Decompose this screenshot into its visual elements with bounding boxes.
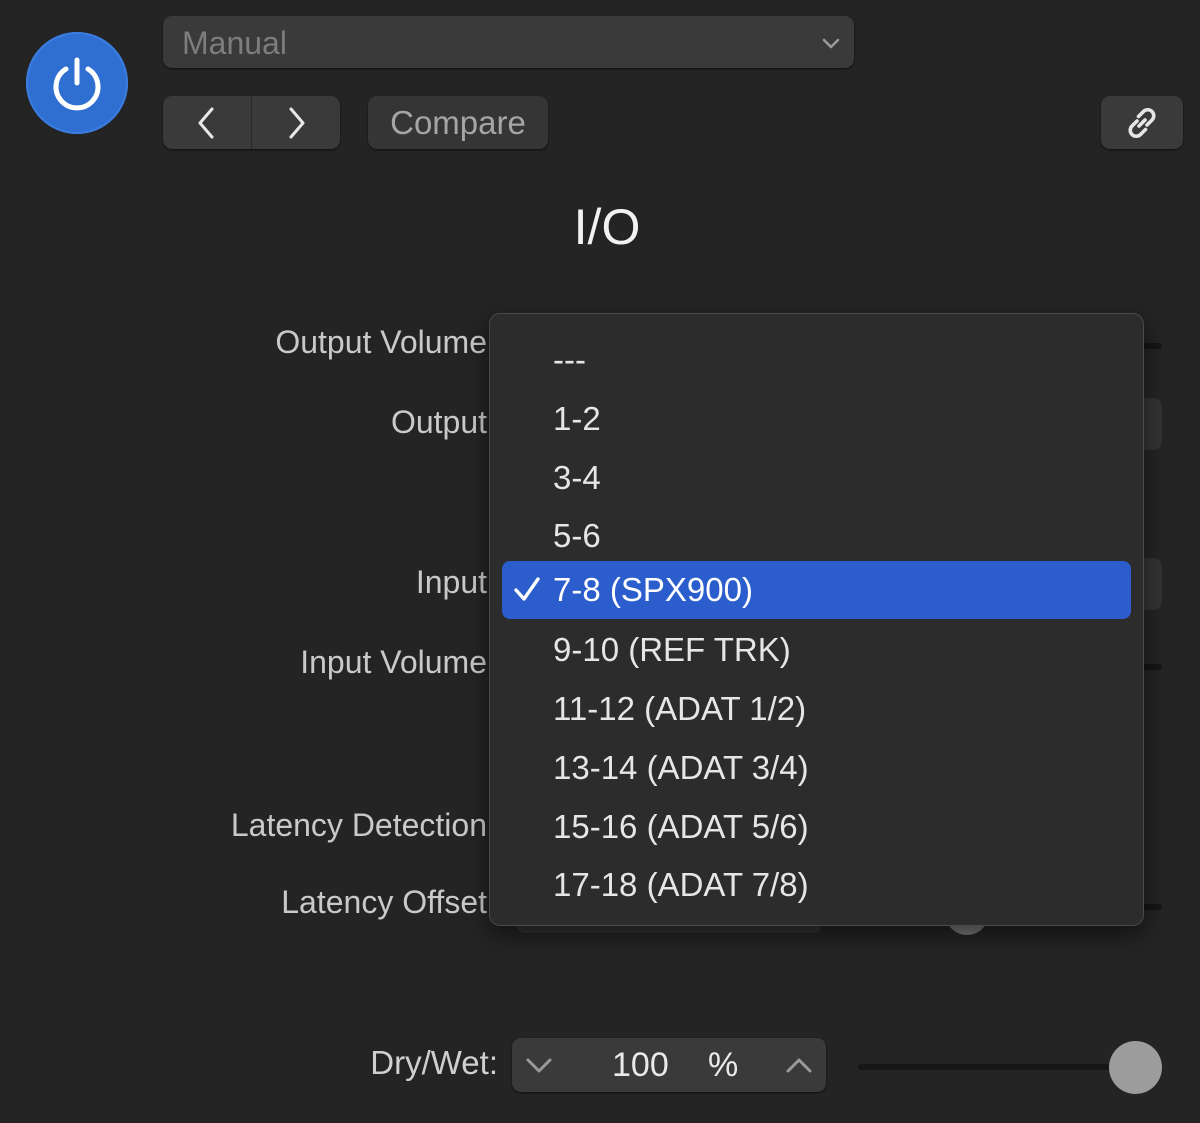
menu-item-label: 1-2 [553,400,601,437]
menu-item-label: 5-6 [553,517,601,554]
drywet-slider-knob[interactable] [1109,1041,1162,1094]
menu-item-label: 15-16 (ADAT 5/6) [553,808,809,845]
menu-item[interactable]: --- [502,331,1131,389]
drywet-label: Dry/Wet: [370,1044,498,1081]
drywet-slider[interactable] [858,1064,1138,1070]
chevron-up-icon[interactable] [784,1053,814,1077]
drywet-stepper[interactable]: 100 % [512,1038,826,1092]
menu-item[interactable]: 13-14 (ADAT 3/4) [502,739,1131,797]
menu-item[interactable]: 3-4 [502,449,1131,507]
menu-item[interactable]: 17-18 (ADAT 7/8) [502,856,1131,914]
preset-nav-segmented [163,96,340,149]
output-label: Output [390,404,487,440]
link-button[interactable] [1101,96,1183,149]
input-label: Input [415,564,487,600]
menu-item-label: 11-12 (ADAT 1/2) [553,690,807,727]
drywet-unit: % [708,1046,739,1084]
latency-detection-label: Latency Detection [230,807,487,843]
plugin-title: I/O [573,199,641,255]
drywet-value: 100 [612,1046,669,1084]
power-icon [53,57,101,111]
chevron-down-icon [822,38,840,49]
menu-item[interactable]: 1-2 [502,390,1131,448]
output-volume-label: Output Volume [275,324,487,360]
chevron-down-icon[interactable] [524,1053,554,1077]
preset-label: Manual [182,25,287,61]
link-icon [1128,107,1156,138]
input-volume-label: Input Volume [300,644,487,680]
checkmark-icon [514,577,540,601]
menu-item[interactable]: 11-12 (ADAT 1/2) [502,680,1131,738]
preset-popup[interactable]: Manual [163,16,854,68]
menu-item-label: --- [553,341,586,378]
previous-preset-button[interactable] [163,96,251,149]
menu-item[interactable]: 5-6 [502,507,1131,565]
menu-item[interactable]: 9-10 (REF TRK) [502,621,1131,679]
chevron-right-icon [289,107,305,138]
menu-item-label: 3-4 [553,459,601,496]
chevron-left-icon [198,107,214,138]
latency-offset-label: Latency Offset [281,884,487,920]
menu-item-label: 7-8 (SPX900) [553,571,753,608]
menu-item-label: 13-14 (ADAT 3/4) [553,749,809,786]
next-preset-button[interactable] [252,96,340,149]
menu-item-label: 17-18 (ADAT 7/8) [553,866,809,903]
menu-item-selected[interactable]: 7-8 (SPX900) [502,561,1131,619]
input-channel-menu: --- 1-2 3-4 5-6 7-8 (SPX900) 9-10 (REF T… [489,313,1144,926]
power-button[interactable] [26,32,128,134]
compare-button[interactable]: Compare [368,96,548,149]
menu-item-label: 9-10 (REF TRK) [553,631,791,668]
menu-item[interactable]: 15-16 (ADAT 5/6) [502,798,1131,856]
